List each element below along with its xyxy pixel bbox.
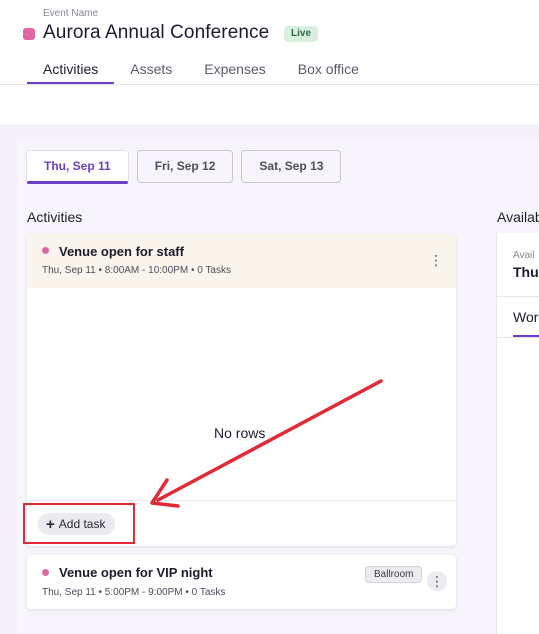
activity-subtitle: Thu, Sep 11 • 5:00PM - 9:00PM • 0 Tasks	[42, 587, 226, 598]
activity-card-header[interactable]: Venue open for staff Thu, Sep 11 • 8:00A…	[27, 234, 456, 288]
event-color-indicator	[23, 28, 35, 40]
availability-value: Thu	[513, 264, 539, 280]
activity-subtitle: Thu, Sep 11 • 8:00AM - 10:00PM • 0 Tasks	[42, 265, 231, 276]
activity-title: Venue open for staff	[59, 244, 184, 259]
date-tabs: Thu, Sep 11 Fri, Sep 12 Sat, Sep 13	[26, 150, 342, 184]
availability-panel: Avail Thu Wor	[496, 233, 539, 634]
event-tabs: Activities Assets Expenses Box office	[27, 58, 375, 84]
divider	[497, 337, 539, 338]
add-task-button[interactable]: + Add task	[38, 513, 116, 535]
more-options-icon[interactable]: ⋮	[427, 571, 447, 591]
activity-card: Venue open for staff Thu, Sep 11 • 8:00A…	[27, 234, 456, 546]
activities-heading: Activities	[27, 209, 83, 225]
activity-card[interactable]: Venue open for VIP night Thu, Sep 11 • 5…	[27, 555, 456, 609]
spacer	[0, 86, 539, 124]
date-tab-sep-13[interactable]: Sat, Sep 13	[241, 150, 342, 183]
tab-box-office[interactable]: Box office	[282, 58, 375, 84]
tab-activities[interactable]: Activities	[27, 58, 115, 84]
date-tab-sep-11[interactable]: Thu, Sep 11	[26, 150, 129, 184]
more-options-icon[interactable]: ⋮	[426, 250, 446, 270]
plus-icon: +	[46, 516, 55, 533]
empty-state-text: No rows	[214, 425, 266, 441]
add-task-label: Add task	[58, 517, 106, 531]
location-tag: Ballroom	[365, 566, 423, 583]
divider	[27, 500, 456, 501]
status-badge: Live	[284, 26, 319, 42]
availability-sub-label: Avail	[513, 250, 535, 261]
event-header: Event Name Aurora Annual Conference Live…	[0, 0, 539, 85]
event-name-label: Event Name	[43, 8, 99, 19]
activity-title: Venue open for VIP night	[59, 565, 213, 580]
date-tab-sep-12[interactable]: Fri, Sep 12	[136, 150, 234, 183]
event-title: Aurora Annual Conference	[43, 22, 270, 43]
tab-assets[interactable]: Assets	[114, 58, 188, 84]
availability-tab[interactable]: Wor	[513, 309, 538, 325]
divider	[497, 296, 539, 297]
availability-heading: Availab	[497, 209, 539, 225]
activity-color-dot	[42, 247, 49, 254]
activity-color-dot	[42, 569, 49, 576]
tab-expenses[interactable]: Expenses	[188, 58, 281, 84]
